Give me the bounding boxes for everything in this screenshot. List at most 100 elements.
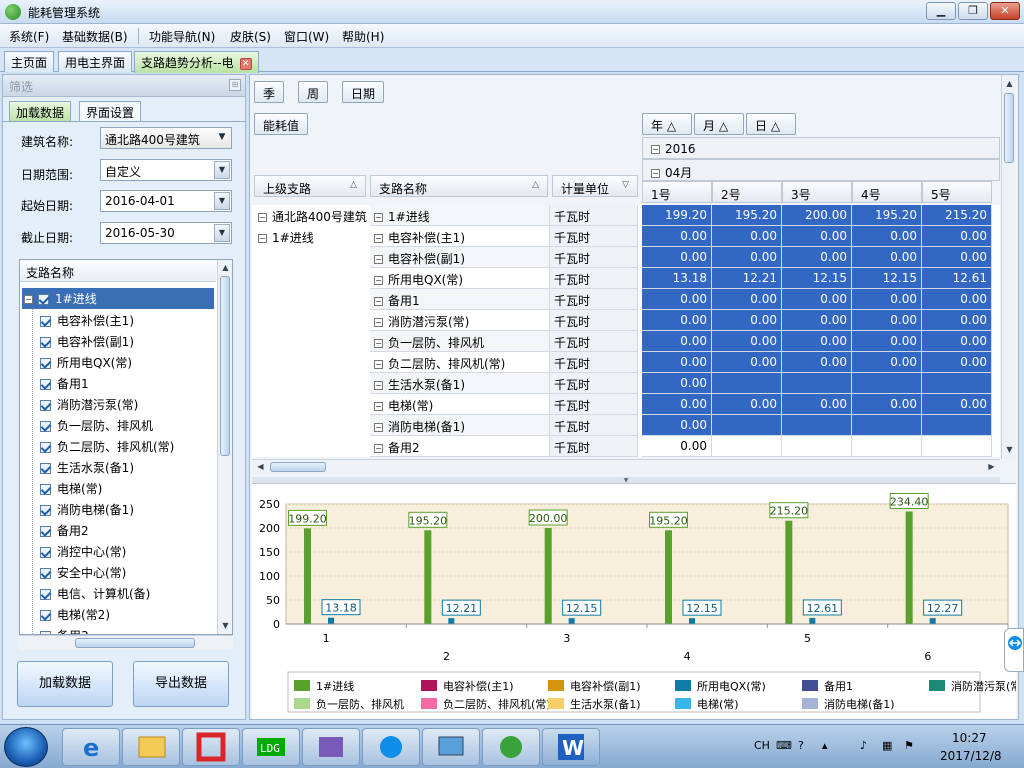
collapse-icon[interactable]: − (24, 295, 33, 304)
start-button[interactable] (4, 727, 48, 767)
unit-cell[interactable]: 千瓦时 (550, 373, 638, 394)
day-column-header[interactable]: 1号 (642, 181, 712, 203)
unit-cell[interactable]: 千瓦时 (550, 352, 638, 373)
value-cell[interactable]: 0.00 (782, 247, 852, 268)
building-select[interactable]: 通北路400号建筑 ▼ (100, 127, 232, 149)
value-cell[interactable] (782, 415, 852, 436)
checkbox-icon[interactable] (40, 442, 51, 453)
value-cell[interactable] (922, 373, 992, 394)
checkbox-icon[interactable] (40, 316, 51, 327)
wps-taskbar-icon[interactable]: W (542, 728, 600, 766)
scroll-thumb[interactable] (75, 638, 195, 648)
day-field-button[interactable]: 日 △ (746, 113, 796, 135)
value-cell[interactable]: 195.20 (852, 205, 922, 226)
value-cell[interactable]: 215.20 (922, 205, 992, 226)
parent-building-cell[interactable]: − 通北路400号建筑 (256, 207, 370, 226)
checkbox-icon[interactable] (40, 379, 51, 390)
collapse-icon[interactable]: − (374, 360, 383, 369)
ldg-taskbar-icon[interactable]: LDG (242, 728, 300, 766)
unit-cell[interactable]: 千瓦时 (550, 289, 638, 310)
day-column-header[interactable]: 4号 (852, 181, 922, 203)
checkbox-icon[interactable] (38, 294, 49, 305)
checkbox-icon[interactable] (40, 610, 51, 621)
tree-root-row[interactable]: − 1#进线 (22, 288, 214, 309)
value-cell[interactable]: 0.00 (642, 247, 712, 268)
clock-time[interactable]: 10:27 (952, 731, 987, 745)
maximize-button[interactable]: ❐ (958, 2, 988, 20)
parent-line-cell[interactable]: −1#进线 (256, 228, 370, 247)
ime-indicator[interactable]: CH (754, 739, 770, 752)
scroll-thumb[interactable] (270, 462, 326, 472)
unit-cell[interactable]: 千瓦时 (550, 310, 638, 331)
value-cell[interactable]: 0.00 (712, 352, 782, 373)
app-red-taskbar-icon[interactable] (182, 728, 240, 766)
branch-name-cell[interactable]: − 所用电QX(常) (370, 268, 550, 289)
tray-expand-icon[interactable]: ▴ (822, 739, 828, 752)
tree-item[interactable]: 消防潜污泵(常) (40, 394, 138, 415)
collapse-icon[interactable]: − (374, 381, 383, 390)
value-cell[interactable]: 12.61 (922, 268, 992, 289)
tab-load-data[interactable]: 加载数据 (9, 101, 72, 122)
tab-ui-settings[interactable]: 界面设置 (79, 101, 142, 122)
value-cell[interactable]: 0.00 (852, 226, 922, 247)
checkbox-icon[interactable] (40, 547, 51, 558)
value-cell[interactable]: 0.00 (922, 226, 992, 247)
unit-cell[interactable]: 千瓦时 (550, 226, 638, 247)
menu-help[interactable]: 帮助(H) (342, 28, 384, 45)
ie-taskbar-icon[interactable]: e (62, 728, 120, 766)
tree-item[interactable]: 负二层防、排风机(常) (40, 436, 174, 457)
minimize-button[interactable]: ▁ (926, 2, 956, 20)
tree-item[interactable]: 备用1 (40, 373, 89, 394)
value-cell[interactable] (782, 436, 852, 457)
tree-item[interactable]: 电容补偿(主1) (40, 310, 134, 331)
tree-item[interactable]: 备用2 (40, 520, 89, 541)
value-cell[interactable] (922, 436, 992, 457)
collapse-icon[interactable]: − (374, 276, 383, 285)
value-cell[interactable]: 0.00 (642, 310, 712, 331)
collapse-icon[interactable]: − (374, 402, 383, 411)
value-cell[interactable]: 0.00 (782, 352, 852, 373)
checkbox-icon[interactable] (40, 505, 51, 516)
period-button-date[interactable]: 日期 (342, 81, 385, 103)
checkbox-icon[interactable] (40, 421, 51, 432)
checkbox-icon[interactable] (40, 589, 51, 600)
tree-item[interactable]: 消防电梯(备1) (40, 499, 134, 520)
collapse-icon[interactable]: − (374, 213, 383, 222)
tab-branch-trend[interactable]: 支路趋势分析--电 ✕ (134, 51, 259, 73)
start-date-picker[interactable]: 2016-04-01 ▼ (100, 190, 232, 212)
scroll-thumb[interactable] (220, 276, 230, 456)
value-cell[interactable]: 0.00 (712, 331, 782, 352)
value-cell[interactable]: 0.00 (922, 331, 992, 352)
value-cell[interactable] (712, 436, 782, 457)
export-data-button[interactable]: 导出数据 (133, 661, 229, 707)
value-cell[interactable]: 0.00 (712, 247, 782, 268)
collapse-icon[interactable]: − (374, 444, 383, 453)
value-cell[interactable]: 0.00 (922, 289, 992, 310)
collapse-icon[interactable]: − (651, 145, 660, 154)
collapse-icon[interactable]: − (374, 297, 383, 306)
help-icon[interactable]: ? (798, 739, 804, 752)
value-cell[interactable] (852, 436, 922, 457)
value-cell[interactable]: 0.00 (712, 289, 782, 310)
value-cell[interactable]: 0.00 (642, 226, 712, 247)
value-cell[interactable]: 0.00 (852, 331, 922, 352)
grid-horizontal-scrollbar[interactable]: ◀ ▶ (252, 459, 1000, 474)
value-cell[interactable]: 200.00 (782, 205, 852, 226)
unit-cell[interactable]: 千瓦时 (550, 268, 638, 289)
value-cell[interactable]: 0.00 (642, 394, 712, 415)
energy-value-button[interactable]: 能耗值 (254, 113, 309, 135)
branch-name-cell[interactable]: − 电容补偿(主1) (370, 226, 550, 247)
value-cell[interactable]: 0.00 (642, 331, 712, 352)
grid-vertical-scrollbar[interactable]: ▲ ▼ (1001, 75, 1016, 459)
value-cell[interactable] (852, 373, 922, 394)
scroll-thumb[interactable] (1004, 93, 1014, 163)
recycle-app-taskbar-icon[interactable] (482, 728, 540, 766)
end-date-picker[interactable]: 2016-05-30 ▼ (100, 222, 232, 244)
menu-window[interactable]: 窗口(W) (284, 28, 329, 45)
tab-electricity-main[interactable]: 用电主界面 (58, 51, 133, 72)
value-cell[interactable]: 0.00 (782, 310, 852, 331)
pin-icon[interactable]: ⊞ (229, 79, 241, 91)
unit-cell[interactable]: 千瓦时 (550, 205, 638, 226)
tree-item[interactable]: 安全中心(常) (40, 562, 126, 583)
value-cell[interactable] (852, 415, 922, 436)
